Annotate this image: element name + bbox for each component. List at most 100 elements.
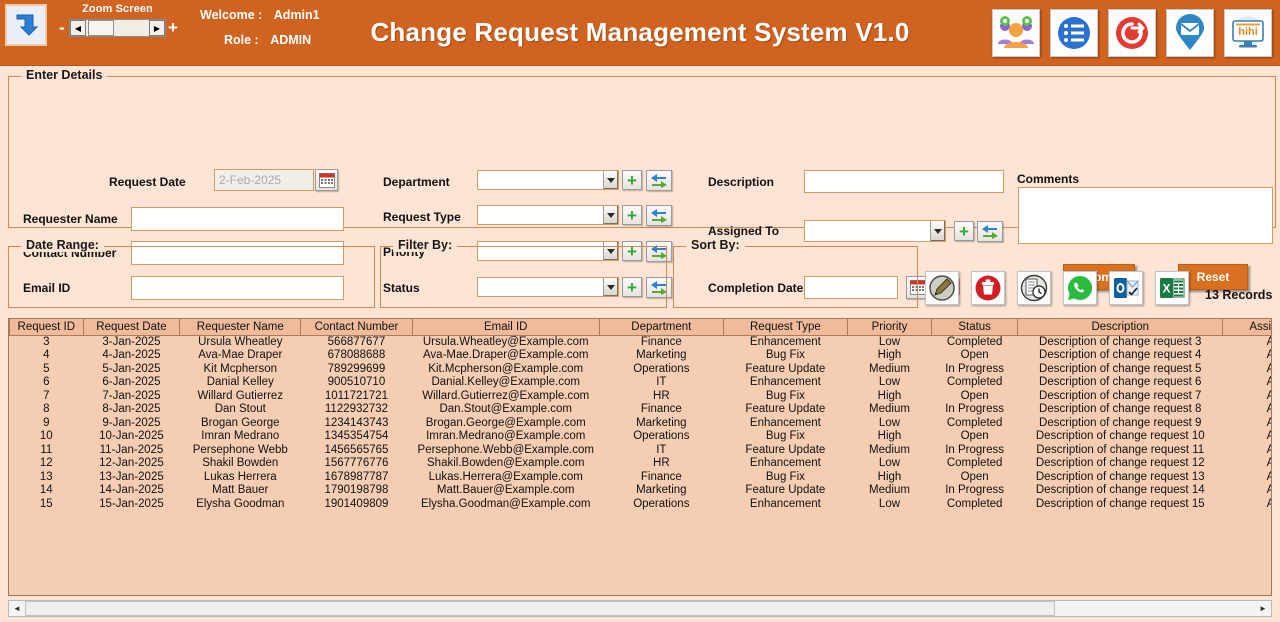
column-header-priority[interactable]: Priority <box>846 319 933 336</box>
table-cell: Low <box>878 457 901 469</box>
table-cell: Open <box>960 430 989 442</box>
column-header-request-id[interactable]: Request ID <box>9 319 84 336</box>
table-cell: 12-Jan-2025 <box>99 457 164 469</box>
request-date-label: Request Date <box>109 175 186 189</box>
column-header-status[interactable]: Status <box>931 319 1019 336</box>
table-row[interactable]: 3 3-Jan-2025 Ursula Wheatley 566877677 Ursul… <box>10 335 1271 349</box>
column-header-request-date[interactable]: Request Date <box>82 319 181 336</box>
chevron-down-icon[interactable] <box>603 206 618 224</box>
hindi-monitor-icon[interactable]: hihi <box>1224 9 1272 57</box>
table-cell: Assig <box>1223 335 1271 349</box>
column-header-email-id[interactable]: Email ID <box>411 319 600 336</box>
table-cell: Ursula.Wheatley@Example.com <box>422 335 589 348</box>
column-header-requester-name[interactable]: Requester Name <box>179 319 302 336</box>
department-add-button[interactable]: + <box>622 170 642 190</box>
table-cell: 9-Jan-2025 <box>102 416 161 429</box>
assigned-to-refresh-button[interactable] <box>977 221 1003 242</box>
mail-location-icon[interactable] <box>1166 9 1214 57</box>
table-row[interactable]: 15 15-Jan-2025 Elysha Goodman 1901409809 Ely… <box>10 497 1271 512</box>
chevron-down-icon[interactable] <box>930 221 945 241</box>
table-row[interactable]: 13 13-Jan-2025 Lukas Herrera 1678987787 Luka… <box>10 471 1271 485</box>
report-clock-icon[interactable] <box>1017 271 1051 305</box>
table-cell: 5-Jan-2025 <box>102 362 161 375</box>
table-cell: Assig <box>1223 471 1271 485</box>
table-cell: Finance <box>640 403 682 415</box>
table-cell: Description of change request 15 <box>1035 497 1205 510</box>
request-type-combo[interactable] <box>477 205 619 225</box>
department-refresh-button[interactable] <box>646 170 672 191</box>
whatsapp-icon[interactable] <box>1063 271 1097 305</box>
table-cell: 1345354754 <box>324 430 389 442</box>
table-cell: 6 <box>43 376 50 388</box>
description-input[interactable] <box>804 170 1004 193</box>
table-row[interactable]: 11 11-Jan-2025 Persephone Webb 1456565765 Pe… <box>10 444 1271 458</box>
zoom-slider[interactable]: ◀ ▶ <box>69 19 166 37</box>
assigned-to-combo[interactable] <box>804 220 946 242</box>
zoom-in-button[interactable]: + <box>166 19 180 37</box>
list-menu-icon[interactable] <box>1050 9 1098 57</box>
table-cell: HR <box>653 389 670 402</box>
chevron-down-icon[interactable] <box>603 171 618 189</box>
table-row[interactable]: 12 12-Jan-2025 Shakil Bowden 1567776776 Shak… <box>10 457 1271 471</box>
table-cell: Danial.Kelley@Example.com <box>431 376 580 388</box>
table-row[interactable]: 14 14-Jan-2025 Matt Bauer 1790198798 Matt.Ba… <box>10 484 1271 498</box>
table-cell: Marketing <box>636 416 687 429</box>
table-header-row: Request ID Request Date Requester Name C… <box>9 319 1271 336</box>
table-row[interactable]: 10 10-Jan-2025 Imran Medrano 1345354754 Imra… <box>10 430 1271 444</box>
column-header-request-type[interactable]: Request Type <box>722 319 848 336</box>
zoom-slider-right-arrow[interactable]: ▶ <box>149 20 165 36</box>
zoom-out-button[interactable]: - <box>55 19 69 37</box>
grid-horizontal-scrollbar[interactable]: ◄ ► <box>8 600 1272 617</box>
table-row[interactable]: 8 8-Jan-2025 Dan Stout 1122932732 Dan.Stout@… <box>10 403 1271 417</box>
column-header-assigned-to[interactable]: Assigned To <box>1222 319 1271 336</box>
table-row[interactable]: 7 7-Jan-2025 Willard Gutierrez 1011721721 Wi… <box>10 389 1271 404</box>
scroll-left-arrow-icon[interactable]: ◄ <box>9 601 25 616</box>
request-type-refresh-button[interactable] <box>646 205 672 226</box>
table-cell: 1011721721 <box>324 389 388 402</box>
request-date-calendar-button[interactable] <box>315 169 338 191</box>
table-cell: 3-Jan-2025 <box>102 335 161 348</box>
comments-textarea[interactable] <box>1018 187 1273 244</box>
table-cell: Description of change request 8 <box>1039 403 1202 415</box>
request-date-input[interactable]: 2-Feb-2025 <box>214 169 314 191</box>
table-cell: Assig <box>1223 417 1271 431</box>
logout-icon[interactable] <box>1108 9 1156 57</box>
zoom-slider-left-arrow[interactable]: ◀ <box>70 20 86 36</box>
excel-icon[interactable]: X <box>1155 271 1189 305</box>
table-cell: Completed <box>946 335 1003 348</box>
table-cell: Enhancement <box>749 376 821 388</box>
column-header-department[interactable]: Department <box>598 319 724 336</box>
table-cell: Description of change request 5 <box>1039 362 1202 375</box>
sort-by-legend: Sort By: <box>686 238 745 252</box>
column-header-description[interactable]: Description <box>1017 319 1224 336</box>
requests-grid[interactable]: Request ID Request Date Requester Name C… <box>8 318 1272 596</box>
assigned-to-add-button[interactable]: + <box>954 221 974 241</box>
table-row[interactable]: 5 5-Jan-2025 Kit Mcpherson 789299699 Kit.Mcp… <box>10 362 1271 377</box>
zoom-screen-control[interactable]: Zoom Screen - ◀ ▶ + <box>55 3 180 48</box>
delete-trash-icon[interactable] <box>971 271 1005 305</box>
table-cell: Assig <box>1223 444 1271 458</box>
table-cell: Willard Gutierrez <box>197 389 284 402</box>
scroll-thumb[interactable] <box>25 601 1055 616</box>
role-value: ADMIN <box>270 33 312 47</box>
refresh-arrows-icon <box>651 174 667 188</box>
outlook-icon[interactable] <box>1109 271 1143 305</box>
table-cell: Assig <box>1223 390 1271 404</box>
request-type-add-button[interactable]: + <box>622 205 642 225</box>
table-row[interactable]: 6 6-Jan-2025 Danial Kelley 900510710 Danial.… <box>10 376 1271 390</box>
table-cell: Dan.Stout@Example.com <box>439 403 572 415</box>
column-header-contact-number[interactable]: Contact Number <box>300 319 413 336</box>
department-combo[interactable] <box>477 170 619 190</box>
role-row: Role : ADMIN <box>224 33 320 47</box>
edit-pencil-icon[interactable] <box>925 271 959 305</box>
scroll-right-arrow-icon[interactable]: ► <box>1255 601 1271 616</box>
users-settings-icon[interactable] <box>992 9 1040 57</box>
table-row[interactable]: 9 9-Jan-2025 Brogan George 1234143743 Brogan… <box>10 416 1271 431</box>
table-cell: Description of change request 7 <box>1039 389 1202 402</box>
requester-name-input[interactable] <box>131 207 344 231</box>
table-row[interactable]: 4 4-Jan-2025 Ava-Mae Draper 678088688 Ava-Ma… <box>10 349 1271 363</box>
table-cell: Kit Mcpherson <box>203 362 278 375</box>
zoom-slider-thumb[interactable] <box>88 20 114 36</box>
comments-label: Comments <box>1017 172 1080 186</box>
calendar-icon <box>318 172 335 188</box>
